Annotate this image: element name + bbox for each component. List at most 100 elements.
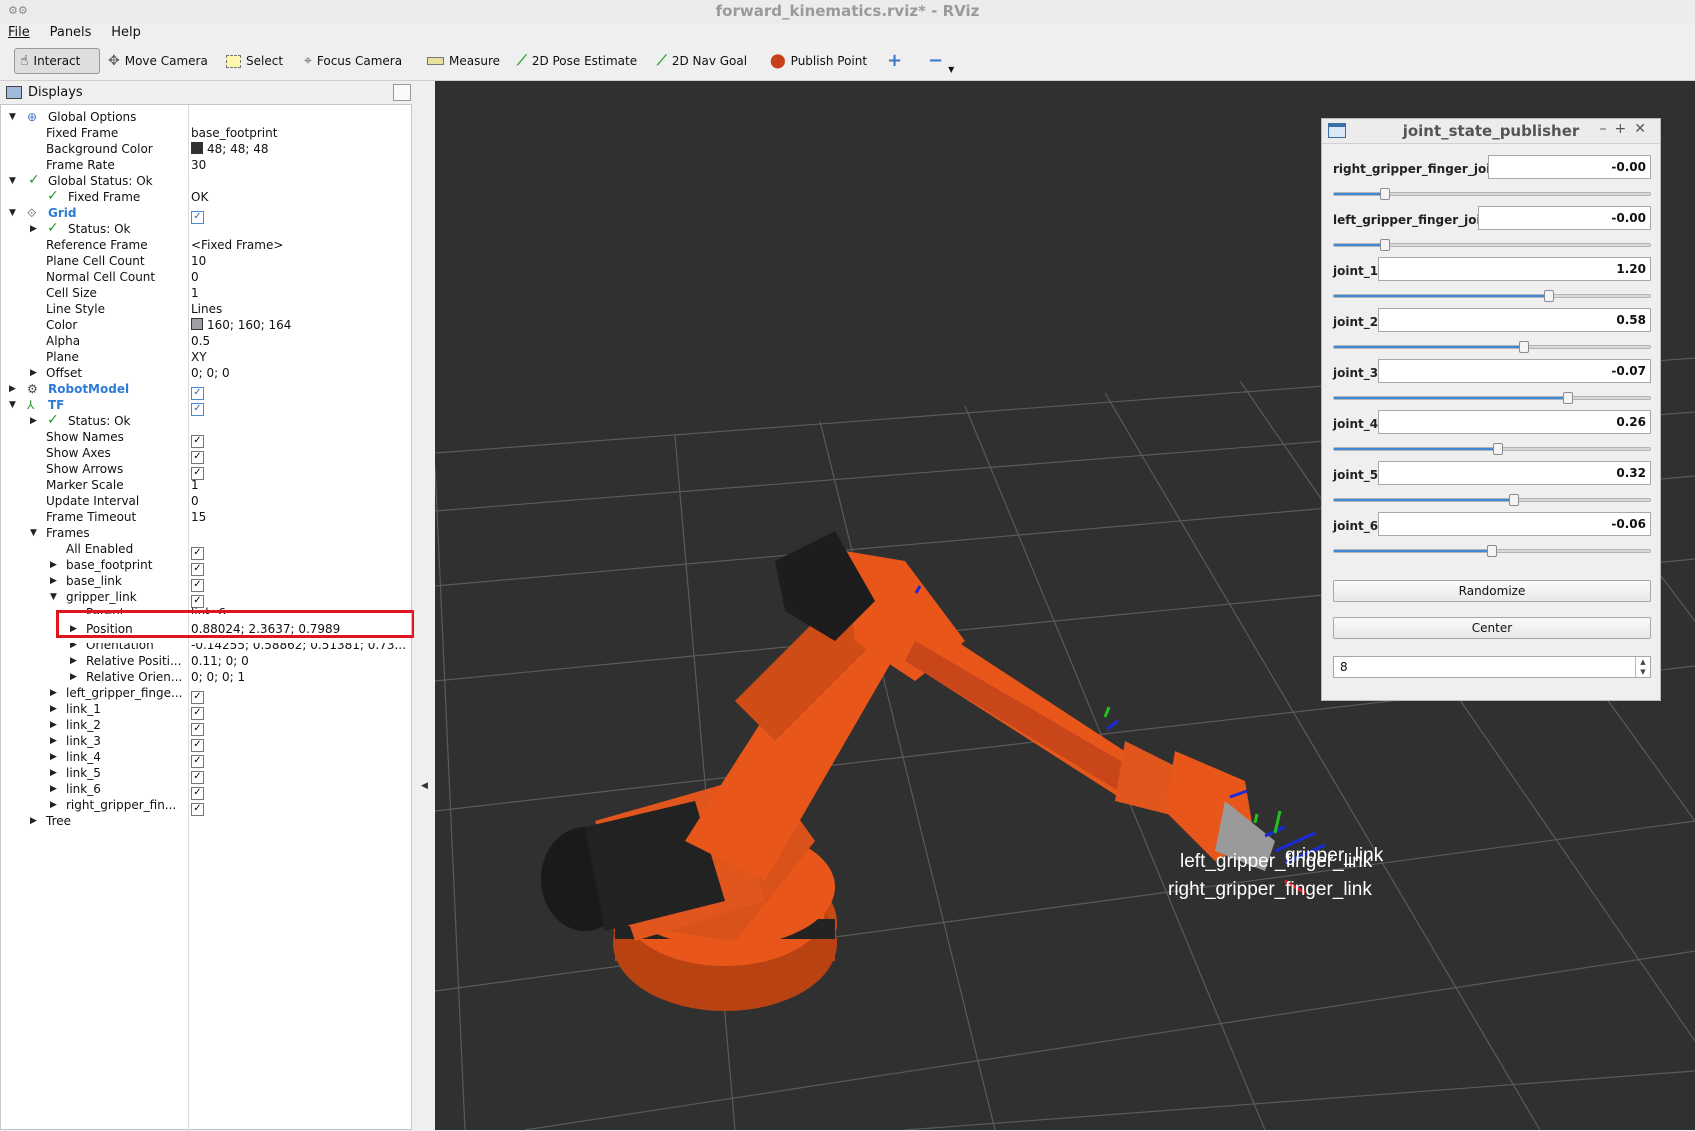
collapsed-arrow-icon[interactable]: ▶ xyxy=(30,413,37,429)
tree-row-frame-gripper-link[interactable]: ▼ gripper_link ✓ xyxy=(1,589,411,608)
select-tool-button[interactable]: Select xyxy=(221,48,288,74)
tree-row-frame-timeout[interactable]: Frame Timeout 15 xyxy=(1,509,411,525)
tree-row-frame-base-link[interactable]: ▶ base_link ✓ xyxy=(1,573,411,592)
pose-estimate-tool-button[interactable]: ⟋ 2D Pose Estimate xyxy=(512,48,642,74)
joint-slider[interactable] xyxy=(1333,443,1651,455)
collapsed-arrow-icon[interactable]: ▶ xyxy=(70,669,77,685)
tree-row-background-color[interactable]: Background Color 48; 48; 48 xyxy=(1,141,411,157)
menu-file[interactable]: File xyxy=(0,24,38,40)
tree-row-robot-model[interactable]: ▶ ⚙ RobotModel ✓ xyxy=(1,381,411,400)
collapsed-arrow-icon[interactable]: ▶ xyxy=(50,557,57,573)
expanded-arrow-icon[interactable]: ▼ xyxy=(30,525,37,541)
jsp-title-bar[interactable]: joint_state_publisher –+✕ xyxy=(1322,119,1660,144)
expanded-arrow-icon[interactable]: ▼ xyxy=(9,109,16,125)
joint-slider[interactable] xyxy=(1333,341,1651,353)
tree-row-orientation[interactable]: ▶ Orientation -0.14255; 0.58862; 0.51381… xyxy=(1,643,411,653)
panel-splitter[interactable]: ◀ xyxy=(414,81,435,1130)
collapsed-arrow-icon[interactable]: ▶ xyxy=(70,653,77,669)
slider-handle[interactable] xyxy=(1509,494,1520,506)
slider-handle[interactable] xyxy=(1379,239,1390,251)
interact-tool-button[interactable]: ☝ Interact xyxy=(14,48,100,74)
tree-row-tree[interactable]: ▶ Tree xyxy=(1,813,411,829)
collapsed-arrow-icon[interactable]: ▶ xyxy=(70,643,77,653)
tree-row-status-fixed-frame[interactable]: ✓ Fixed Frame OK xyxy=(1,188,411,205)
slider-handle[interactable] xyxy=(1487,545,1497,557)
expanded-arrow-icon[interactable]: ▼ xyxy=(9,397,16,413)
slider-handle[interactable] xyxy=(1518,341,1529,353)
tree-row-grid-status[interactable]: ▶ ✓ Status: Ok xyxy=(1,220,411,237)
expanded-arrow-icon[interactable]: ▼ xyxy=(9,205,16,221)
tree-row-plane[interactable]: Plane XY xyxy=(1,349,411,365)
randomize-button[interactable]: Randomize xyxy=(1333,580,1651,602)
joint-slider[interactable] xyxy=(1333,392,1651,404)
tree-row-all-enabled[interactable]: All Enabled ✓ xyxy=(1,541,411,560)
maximize-icon[interactable]: + xyxy=(1615,121,1635,137)
close-icon[interactable]: ✕ xyxy=(1634,121,1654,137)
tree-row-tf-status[interactable]: ▶ ✓ Status: Ok xyxy=(1,412,411,429)
joint-value-field[interactable]: 0.26 xyxy=(1378,410,1651,434)
tree-row-grid[interactable]: ▼ ⟐ Grid ✓ xyxy=(1,205,411,224)
collapsed-arrow-icon[interactable]: ▶ xyxy=(50,781,57,797)
slider-handle[interactable] xyxy=(1493,443,1504,455)
move-camera-tool-button[interactable]: ✥ Move Camera xyxy=(103,48,213,74)
tree-row-relative-orientation[interactable]: ▶ Relative Orien... 0; 0; 0; 1 xyxy=(1,669,411,685)
menu-help[interactable]: Help xyxy=(103,24,149,40)
joint-slider[interactable] xyxy=(1333,239,1651,251)
collapsed-arrow-icon[interactable]: ▶ xyxy=(50,701,57,717)
nav-goal-tool-button[interactable]: ⟋ 2D Nav Goal xyxy=(652,48,752,74)
collapsed-arrow-icon[interactable]: ▶ xyxy=(30,365,37,381)
tree-row-frame-rate[interactable]: Frame Rate 30 xyxy=(1,157,411,173)
joint-slider[interactable] xyxy=(1333,545,1651,557)
expanded-arrow-icon[interactable]: ▼ xyxy=(50,589,57,605)
remove-tool-button[interactable]: − ▼ xyxy=(923,48,959,74)
minimize-icon[interactable]: – xyxy=(1600,121,1615,137)
tree-row-frame-link-1[interactable]: ▶ link_1 ✓ xyxy=(1,701,411,720)
joint-slider[interactable] xyxy=(1333,290,1651,302)
tree-row-frame-link-5[interactable]: ▶ link_5 ✓ xyxy=(1,765,411,784)
collapsed-arrow-icon[interactable]: ▶ xyxy=(50,717,57,733)
collapsed-arrow-icon[interactable]: ▶ xyxy=(50,797,57,813)
slider-handle[interactable] xyxy=(1379,188,1390,200)
expanded-arrow-icon[interactable]: ▼ xyxy=(9,173,16,189)
collapsed-arrow-icon[interactable]: ▶ xyxy=(50,685,57,701)
tree-row-normal-cell-count[interactable]: Normal Cell Count 0 xyxy=(1,269,411,285)
joint-state-publisher-window[interactable]: joint_state_publisher –+✕ right_gripper_… xyxy=(1321,118,1661,701)
tree-row-frame-link-6[interactable]: ▶ link_6 ✓ xyxy=(1,781,411,800)
joint-value-field[interactable]: -0.06 xyxy=(1378,512,1651,536)
tree-row-frame-link-4[interactable]: ▶ link_4 ✓ xyxy=(1,749,411,768)
collapsed-arrow-icon[interactable]: ▶ xyxy=(30,221,37,237)
menu-panels[interactable]: Panels xyxy=(42,24,100,40)
tree-row-grid-color[interactable]: Color 160; 160; 164 xyxy=(1,317,411,333)
tree-row-show-axes[interactable]: Show Axes ✓ xyxy=(1,445,411,464)
joint-value-field[interactable]: 1.20 xyxy=(1378,257,1651,281)
joint-value-field[interactable]: -0.00 xyxy=(1488,155,1651,179)
tree-row-show-names[interactable]: Show Names ✓ xyxy=(1,429,411,448)
tree-row-update-interval[interactable]: Update Interval 0 xyxy=(1,493,411,509)
spin-arrows-icon[interactable]: ▲ ▼ xyxy=(1635,657,1650,677)
collapsed-arrow-icon[interactable]: ▶ xyxy=(50,733,57,749)
tree-row-global-status[interactable]: ▼ ✓ Global Status: Ok xyxy=(1,172,411,189)
tree-row-frame-link-3[interactable]: ▶ link_3 ✓ xyxy=(1,733,411,752)
slider-handle[interactable] xyxy=(1543,290,1554,302)
spinbox-field[interactable]: 8 ▲ ▼ xyxy=(1333,656,1651,678)
collapsed-arrow-icon[interactable]: ▶ xyxy=(9,381,16,397)
tree-row-frames[interactable]: ▼ Frames xyxy=(1,525,411,541)
collapsed-arrow-icon[interactable]: ▶ xyxy=(50,765,57,781)
collapsed-arrow-icon[interactable]: ▶ xyxy=(50,573,57,589)
tree-row-offset[interactable]: ▶ Offset 0; 0; 0 xyxy=(1,365,411,381)
tree-row-frame-link-2[interactable]: ▶ link_2 ✓ xyxy=(1,717,411,736)
focus-camera-tool-button[interactable]: ⌖ Focus Camera xyxy=(299,48,407,74)
collapse-arrow-icon[interactable]: ◀ xyxy=(421,781,428,791)
collapsed-arrow-icon[interactable]: ▶ xyxy=(50,749,57,765)
publish-point-tool-button[interactable]: ⬤ Publish Point xyxy=(765,48,872,74)
center-button[interactable]: Center xyxy=(1333,617,1651,639)
add-tool-button[interactable]: + xyxy=(882,48,907,74)
joint-value-field[interactable]: -0.00 xyxy=(1478,206,1651,230)
tree-row-frame-base-footprint[interactable]: ▶ base_footprint ✓ xyxy=(1,557,411,576)
tree-row-reference-frame[interactable]: Reference Frame <Fixed Frame> xyxy=(1,237,411,253)
tree-row-tf[interactable]: ▼ ⅄ TF ✓ xyxy=(1,397,411,416)
tree-row-alpha[interactable]: Alpha 0.5 xyxy=(1,333,411,349)
tree-row-relative-position[interactable]: ▶ Relative Positi... 0.11; 0; 0 xyxy=(1,653,411,669)
tree-row-show-arrows[interactable]: Show Arrows ✓ xyxy=(1,461,411,480)
joint-value-field[interactable]: 0.32 xyxy=(1378,461,1651,485)
